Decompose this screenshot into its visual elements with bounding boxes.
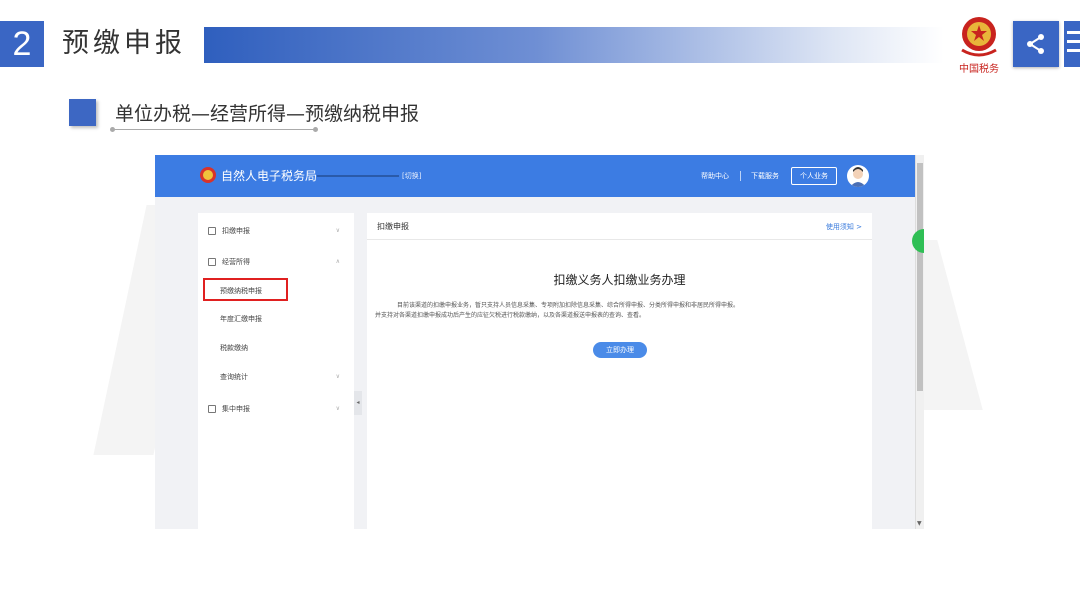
help-center-link[interactable]: 帮助中心 xyxy=(701,171,729,181)
slide-number: 2 xyxy=(0,21,44,67)
sidebar-subitem-label: 税款缴纳 xyxy=(220,344,248,352)
sidebar-item-centralized[interactable]: 集中申报 ∨ xyxy=(198,399,354,419)
tax-emblem-icon: 中国税务 xyxy=(959,17,999,75)
chevron-down-icon: ∨ xyxy=(335,227,340,234)
embedded-screenshot: 自然人电子税务局 [切换] 帮助中心 下载服务 个人业务 ▼ 扣缴申报 ∨ 经营… xyxy=(155,155,924,529)
divider xyxy=(367,239,872,240)
header-divider xyxy=(740,171,741,181)
content-description: 目前该渠道的扣缴申报业务，暂只支持人员信息采集、专项附加扣除信息采集、综合所得申… xyxy=(375,301,865,321)
chevron-down-icon: ∨ xyxy=(335,373,340,380)
avatar[interactable] xyxy=(847,165,869,187)
sidebar-subitem-annual[interactable]: 年度汇缴申报 xyxy=(198,309,354,329)
sidebar: 扣缴申报 ∨ 经营所得 ∧ 预缴纳税申报 年度汇缴申报 税款缴纳 查询统计 ∨ … xyxy=(198,213,354,529)
chevron-up-icon: ∧ xyxy=(335,258,340,265)
download-service-link[interactable]: 下载服务 xyxy=(751,171,779,181)
redacted-org-name xyxy=(317,175,399,177)
briefcase-icon xyxy=(208,258,216,266)
sidebar-subitem-label: 预缴纳税申报 xyxy=(220,287,262,295)
main-panel: 扣缴申报 使用须知 > 扣缴义务人扣缴业务办理 目前该渠道的扣缴申报业务，暂只支… xyxy=(367,213,872,529)
section-bullet xyxy=(69,99,96,126)
section-underline xyxy=(110,127,318,132)
scrollbar-thumb[interactable] xyxy=(917,163,923,391)
document-icon xyxy=(208,227,216,235)
share-icon xyxy=(1027,34,1044,54)
personal-business-button[interactable]: 个人业务 xyxy=(791,167,837,185)
scroll-down-icon[interactable]: ▼ xyxy=(917,521,922,527)
sidebar-item-business-income[interactable]: 经营所得 ∧ xyxy=(198,252,354,272)
site-logo-icon xyxy=(200,167,216,183)
description-line: 并支持对各渠道扣缴申报成功后产生的应征欠税进行税款缴纳，以及各渠道报送申报表的查… xyxy=(375,312,646,319)
section-title: 单位办税—经营所得—预缴纳税申报 xyxy=(115,103,420,125)
usage-guide-link[interactable]: 使用须知 > xyxy=(826,221,862,233)
header-gradient-bar xyxy=(204,27,944,63)
share-button[interactable] xyxy=(1013,21,1059,67)
panel-title: 扣缴申报 xyxy=(377,222,409,231)
sidebar-subitem-payment[interactable]: 税款缴纳 xyxy=(198,338,354,358)
site-header: 自然人电子税务局 [切换] 帮助中心 下载服务 个人业务 xyxy=(155,155,915,197)
sidebar-collapse-button[interactable]: ◂ xyxy=(354,391,362,415)
chevron-down-icon: ∨ xyxy=(335,405,340,412)
sidebar-subitem-prepayment[interactable]: 预缴纳税申报 xyxy=(198,278,354,301)
scrollbar[interactable]: ▼ xyxy=(915,155,924,529)
switch-link[interactable]: [切换] xyxy=(402,171,421,181)
sidebar-subitem-label: 年度汇缴申报 xyxy=(220,315,262,323)
sidebar-item-label: 集中申报 xyxy=(222,405,250,413)
sidebar-item-label: 经营所得 xyxy=(222,258,250,266)
site-name: 自然人电子税务局 xyxy=(221,169,318,183)
slide-title: 预缴申报 xyxy=(62,28,186,59)
svg-text:中国税务: 中国税务 xyxy=(959,62,999,75)
start-processing-button[interactable]: 立即办理 xyxy=(593,342,647,358)
sidebar-subitem-query[interactable]: 查询统计 ∨ xyxy=(198,367,354,387)
document-icon xyxy=(208,405,216,413)
floating-side-chip[interactable] xyxy=(912,229,924,253)
sidebar-subitem-label: 查询统计 xyxy=(220,373,248,381)
user-avatar-icon xyxy=(850,167,866,187)
menu-icon[interactable] xyxy=(1064,21,1080,67)
description-line: 目前该渠道的扣缴申报业务，暂只支持人员信息采集、专项附加扣除信息采集、综合所得申… xyxy=(397,302,740,309)
sidebar-item-label: 扣缴申报 xyxy=(222,227,250,235)
content-heading: 扣缴义务人扣缴业务办理 xyxy=(553,273,686,287)
sidebar-item-withholding[interactable]: 扣缴申报 ∨ xyxy=(198,221,354,241)
